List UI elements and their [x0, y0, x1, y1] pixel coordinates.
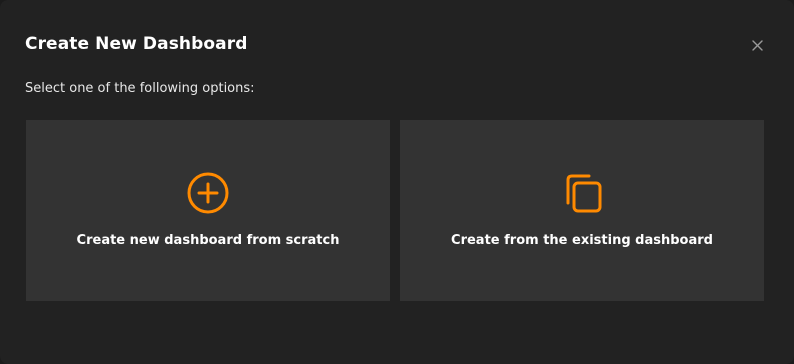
copy-icon	[560, 171, 604, 215]
plus-circle-icon	[186, 171, 230, 215]
close-button[interactable]	[746, 34, 768, 56]
create-from-existing-label: Create from the existing dashboard	[451, 233, 713, 248]
create-from-scratch-option[interactable]: Create new dashboard from scratch	[26, 120, 390, 301]
dialog-title: Create New Dashboard	[25, 34, 248, 54]
close-icon	[751, 39, 763, 51]
dialog-subtitle: Select one of the following options:	[25, 81, 255, 96]
create-from-existing-option[interactable]: Create from the existing dashboard	[400, 120, 764, 301]
create-dashboard-dialog: Create New Dashboard Select one of the f…	[0, 0, 794, 364]
create-from-scratch-label: Create new dashboard from scratch	[76, 233, 340, 248]
